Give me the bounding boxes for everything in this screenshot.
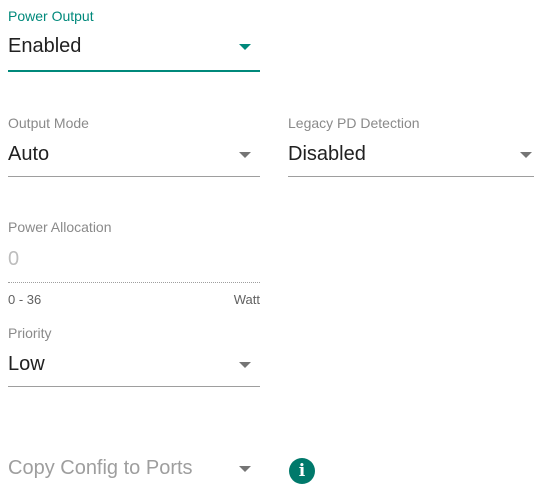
power-allocation-field: Power Allocation 0 0 - 36 Watt [8, 214, 260, 310]
output-mode-underline [8, 176, 260, 177]
dropdown-arrow-icon[interactable] [520, 152, 532, 158]
power-output-value[interactable]: Enabled [8, 35, 81, 58]
output-mode-value[interactable]: Auto [8, 143, 49, 166]
power-allocation-input: 0 [8, 248, 20, 270]
power-allocation-label: Power Allocation [8, 219, 112, 235]
dropdown-arrow-icon[interactable] [239, 152, 251, 158]
priority-label: Priority [8, 325, 52, 341]
legacy-pd-detection-underline [288, 176, 534, 177]
legacy-pd-detection-label: Legacy PD Detection [288, 115, 420, 131]
power-output-label: Power Output [8, 8, 94, 24]
dropdown-arrow-icon[interactable] [239, 44, 251, 50]
legacy-pd-detection-value[interactable]: Disabled [288, 143, 366, 166]
priority-value[interactable]: Low [8, 353, 45, 376]
power-allocation-unit: Watt [233, 292, 260, 307]
power-allocation-range-hint: 0 - 36 [8, 292, 42, 307]
output-mode-select[interactable]: Output Mode Auto [8, 110, 260, 180]
power-output-underline [8, 70, 260, 72]
dropdown-arrow-icon[interactable] [239, 466, 251, 472]
power-allocation-underline [8, 282, 260, 283]
priority-select[interactable]: Priority Low [8, 320, 260, 390]
power-output-select[interactable]: Power Output Enabled [8, 0, 260, 74]
copy-config-to-ports-select[interactable]: Copy Config to Ports [8, 454, 260, 488]
priority-underline [8, 386, 260, 387]
legacy-pd-detection-select[interactable]: Legacy PD Detection Disabled [288, 110, 534, 180]
copy-config-placeholder[interactable]: Copy Config to Ports [8, 457, 193, 480]
dropdown-arrow-icon[interactable] [239, 362, 251, 368]
output-mode-label: Output Mode [8, 115, 89, 131]
info-icon[interactable]: i [289, 458, 315, 484]
